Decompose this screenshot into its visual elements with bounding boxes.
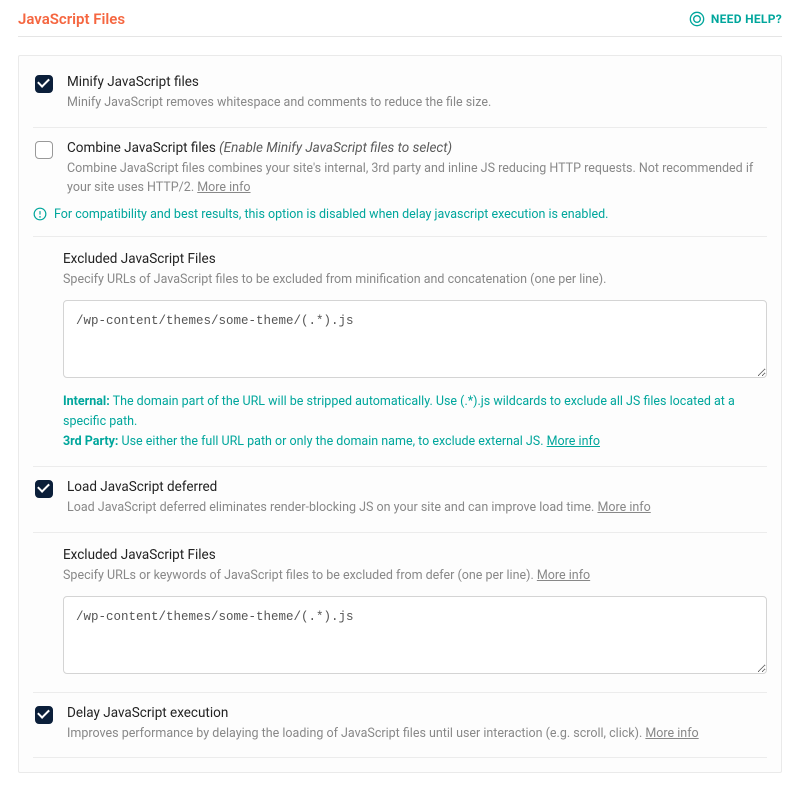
need-help-label: NEED HELP?: [711, 12, 782, 26]
excluded-hint-more-info-link[interactable]: More info: [547, 434, 600, 449]
combine-title: Combine JavaScript files: [67, 140, 216, 156]
excluded-js-desc: Specify URLs of JavaScript files to be e…: [63, 271, 767, 290]
compatibility-notice: For compatibility and best results, this…: [33, 203, 767, 237]
defer-description: Load JavaScript deferred eliminates rend…: [67, 499, 765, 518]
delay-description: Improves performance by delaying the loa…: [67, 725, 765, 744]
delay-checkbox[interactable]: [35, 706, 53, 724]
excluded-defer-desc: Specify URLs or keywords of JavaScript f…: [63, 567, 767, 586]
excluded-js-textarea[interactable]: [63, 300, 767, 378]
delay-title: Delay JavaScript execution: [67, 705, 228, 721]
combine-disabled-note: (Enable Minify JavaScript files to selec…: [219, 140, 452, 156]
excluded-js-title: Excluded JavaScript Files: [63, 251, 767, 267]
option-combine: Combine JavaScript files (Enable Minify …: [33, 128, 767, 212]
excluded-defer-more-info-link[interactable]: More info: [537, 568, 590, 583]
defer-more-info-link[interactable]: More info: [597, 500, 650, 515]
delay-more-info-link[interactable]: More info: [645, 726, 698, 741]
option-delay: Delay JavaScript execution Improves perf…: [33, 693, 767, 759]
excluded-defer-textarea[interactable]: [63, 596, 767, 674]
section-header: JavaScript Files NEED HELP?: [18, 10, 782, 37]
excluded-js-hint: Internal: The domain part of the URL wil…: [63, 392, 767, 452]
notice-text: For compatibility and best results, this…: [54, 207, 608, 222]
page-title: JavaScript Files: [18, 10, 125, 28]
minify-title: Minify JavaScript files: [67, 74, 199, 90]
defer-checkbox[interactable]: [35, 480, 53, 498]
excluded-defer-title: Excluded JavaScript Files: [63, 547, 767, 563]
combine-more-info-link[interactable]: More info: [197, 180, 250, 195]
option-minify: Minify JavaScript files Minify JavaScrip…: [33, 62, 767, 128]
help-icon: [689, 11, 705, 27]
defer-title: Load JavaScript deferred: [67, 479, 217, 495]
combine-description: Combine JavaScript files combines your s…: [67, 160, 765, 198]
minify-description: Minify JavaScript removes whitespace and…: [67, 94, 765, 113]
excluded-js-minify-block: Excluded JavaScript Files Specify URLs o…: [33, 237, 767, 467]
combine-checkbox[interactable]: [35, 141, 53, 159]
minify-checkbox[interactable]: [35, 75, 53, 93]
excluded-js-defer-block: Excluded JavaScript Files Specify URLs o…: [33, 533, 767, 693]
info-icon: [33, 207, 47, 221]
need-help-link[interactable]: NEED HELP?: [689, 11, 782, 27]
settings-panel: Minify JavaScript files Minify JavaScrip…: [18, 55, 782, 773]
option-defer: Load JavaScript deferred Load JavaScript…: [33, 467, 767, 533]
